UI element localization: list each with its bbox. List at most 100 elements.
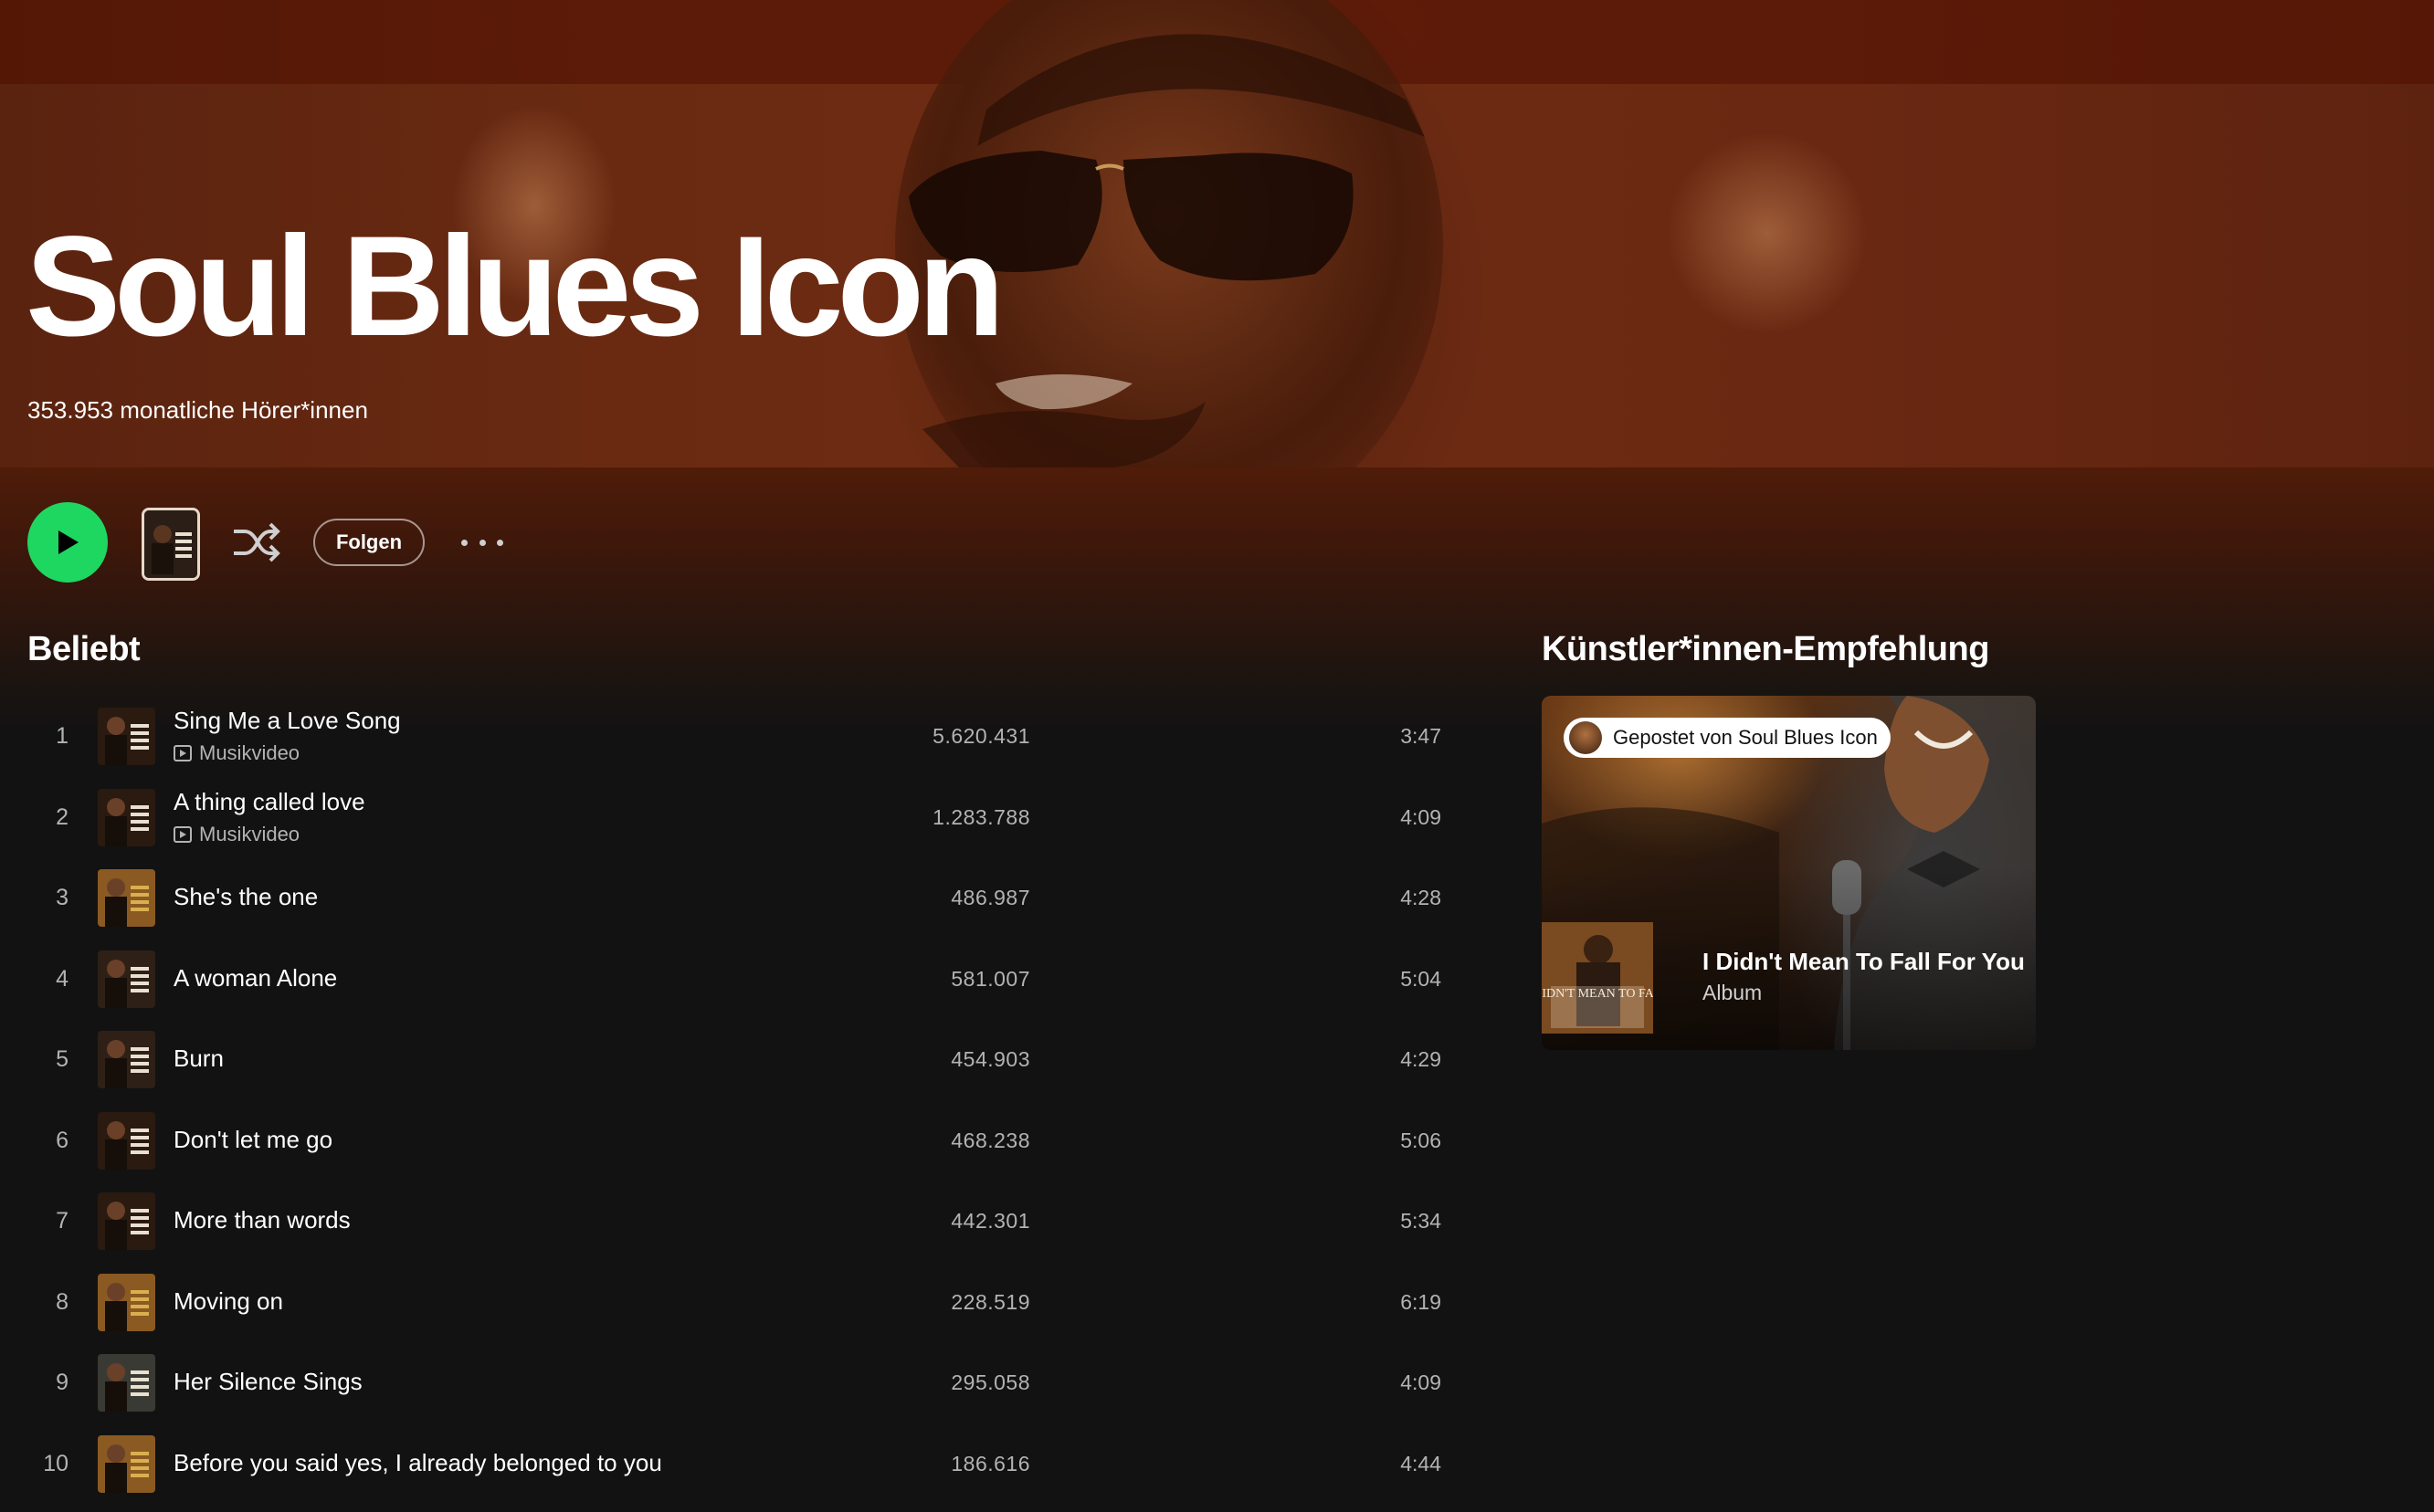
album-art-image xyxy=(98,869,155,927)
track-duration: 4:09 xyxy=(1400,804,1441,829)
track-play-count: 468.238 xyxy=(951,1128,1030,1152)
track-row[interactable]: 3 She's the one 486.987 4:28 xyxy=(0,857,1480,939)
track-title[interactable]: Don't let me go xyxy=(174,1126,332,1154)
action-bar-background xyxy=(0,467,2434,732)
track-play-count: 295.058 xyxy=(951,1370,1030,1394)
track-play-count: 454.903 xyxy=(951,1047,1030,1071)
music-video-label: Musikvideo xyxy=(174,823,300,846)
track-cover-image xyxy=(98,788,155,846)
album-art-image xyxy=(98,1111,155,1170)
track-title[interactable]: Burn xyxy=(174,1045,224,1073)
track-row[interactable]: 8 Moving on 228.519 6:19 xyxy=(0,1262,1480,1343)
track-play-count: 186.616 xyxy=(951,1451,1030,1475)
track-duration: 4:09 xyxy=(1400,1370,1441,1394)
album-art-image xyxy=(144,510,197,578)
album-cover: I DIDN'T MEAN TO FALL xyxy=(1542,922,1653,1034)
track-row[interactable]: 4 A woman Alone 581.007 5:04 xyxy=(0,939,1480,1020)
artist-pick-card[interactable]: Gepostet von Soul Blues Icon I DIDN'T ME… xyxy=(1542,696,2036,1050)
track-row[interactable]: 1 Sing Me a Love Song Musikvideo 5.620.431 3… xyxy=(0,696,1480,777)
dot xyxy=(461,539,468,546)
artist-preview-thumbnail[interactable] xyxy=(142,508,200,581)
artist-pick-title: Künstler*innen-Empfehlung xyxy=(1542,630,1989,668)
track-number: 5 xyxy=(56,1046,68,1072)
posted-by-label: Gepostet von Soul Blues Icon xyxy=(1613,726,1878,749)
track-number: 3 xyxy=(56,885,68,910)
track-play-count: 581.007 xyxy=(951,966,1030,991)
track-duration: 4:29 xyxy=(1400,1047,1441,1071)
album-art-image xyxy=(98,708,155,765)
artist-avatar xyxy=(1569,721,1602,754)
track-duration: 4:28 xyxy=(1400,886,1441,909)
track-title[interactable]: Her Silence Sings xyxy=(174,1368,363,1396)
track-number: 9 xyxy=(56,1370,68,1395)
album-art-image xyxy=(98,1354,155,1412)
track-row[interactable]: 9 Her Silence Sings 295.058 4:09 xyxy=(0,1342,1480,1423)
artist-hero-banner: Soul Blues Icon 353.953 monatliche Hörer… xyxy=(0,0,2434,467)
track-cover-image xyxy=(98,869,155,927)
track-duration: 5:04 xyxy=(1400,966,1441,991)
track-cover-image xyxy=(98,950,155,1008)
track-cover-image xyxy=(98,1273,155,1331)
track-title[interactable]: Moving on xyxy=(174,1287,283,1316)
track-play-count: 442.301 xyxy=(951,1209,1030,1233)
track-number: 10 xyxy=(43,1450,68,1476)
album-title: I Didn't Mean To Fall For You xyxy=(1702,948,2025,975)
track-duration: 5:06 xyxy=(1400,1128,1441,1152)
artist-name-title: Soul Blues Icon xyxy=(26,207,1005,366)
album-art-image xyxy=(98,1192,155,1250)
track-row[interactable]: 7 More than words 442.301 5:34 xyxy=(0,1181,1480,1262)
shuffle-icon xyxy=(234,522,280,562)
music-video-text: Musikvideo xyxy=(199,741,300,764)
album-art-image xyxy=(98,1273,155,1331)
track-number: 4 xyxy=(56,965,68,992)
more-options-icon[interactable] xyxy=(461,528,503,557)
track-title[interactable]: Before you said yes, I already belonged … xyxy=(174,1449,662,1477)
track-row[interactable]: 6 Don't let me go 468.238 5:06 xyxy=(0,1100,1480,1181)
music-video-icon xyxy=(174,745,192,761)
track-duration: 3:47 xyxy=(1400,724,1441,748)
popular-section-title: Beliebt xyxy=(27,630,141,668)
track-title[interactable]: Sing Me a Love Song xyxy=(174,707,401,735)
track-cover-image xyxy=(98,1354,155,1412)
track-duration: 4:44 xyxy=(1400,1451,1441,1475)
dot xyxy=(497,539,503,546)
track-title[interactable]: More than words xyxy=(174,1206,351,1234)
track-play-count: 486.987 xyxy=(951,886,1030,909)
track-play-count: 1.283.788 xyxy=(933,804,1030,829)
track-play-count: 228.519 xyxy=(951,1289,1030,1314)
dot xyxy=(479,539,486,546)
album-cover-image: I DIDN'T MEAN TO FALL xyxy=(1542,922,1653,1034)
track-cover-image xyxy=(98,1434,155,1493)
album-type: Album xyxy=(1702,981,1763,1004)
track-cover-image xyxy=(98,1192,155,1250)
track-row[interactable]: 5 Burn 454.903 4:29 xyxy=(0,1019,1480,1100)
album-art-image xyxy=(98,950,155,1008)
play-icon xyxy=(58,530,79,554)
follow-button[interactable]: Folgen xyxy=(313,519,425,566)
music-video-text: Musikvideo xyxy=(199,822,300,845)
monthly-listeners-count: 353.953 monatliche Hörer*innen xyxy=(27,396,368,424)
album-art-image xyxy=(98,1031,155,1088)
track-number: 2 xyxy=(56,803,68,830)
track-number: 6 xyxy=(56,1127,68,1153)
shuffle-button[interactable] xyxy=(230,519,281,566)
posted-by-badge: Gepostet von Soul Blues Icon xyxy=(1564,718,1891,758)
track-title[interactable]: She's the one xyxy=(174,883,318,911)
track-row[interactable]: 2 A thing called love Musikvideo 1.283.788 4… xyxy=(0,777,1480,858)
track-title[interactable]: A thing called love xyxy=(174,788,365,816)
track-number: 8 xyxy=(56,1288,68,1315)
track-cover-image xyxy=(98,708,155,765)
play-button[interactable] xyxy=(27,502,108,583)
track-duration: 6:19 xyxy=(1400,1289,1441,1314)
track-cover-image xyxy=(98,1111,155,1170)
track-number: 1 xyxy=(56,723,68,749)
album-art-image xyxy=(98,788,155,846)
track-duration: 5:34 xyxy=(1400,1209,1441,1233)
music-video-icon xyxy=(174,825,192,843)
track-row[interactable]: 10 Before you said yes, I already belonge… xyxy=(0,1423,1480,1505)
music-video-label: Musikvideo xyxy=(174,741,300,765)
album-art-image xyxy=(98,1434,155,1493)
track-number: 7 xyxy=(56,1208,68,1234)
track-play-count: 5.620.431 xyxy=(933,724,1030,748)
track-title[interactable]: A woman Alone xyxy=(174,964,337,992)
